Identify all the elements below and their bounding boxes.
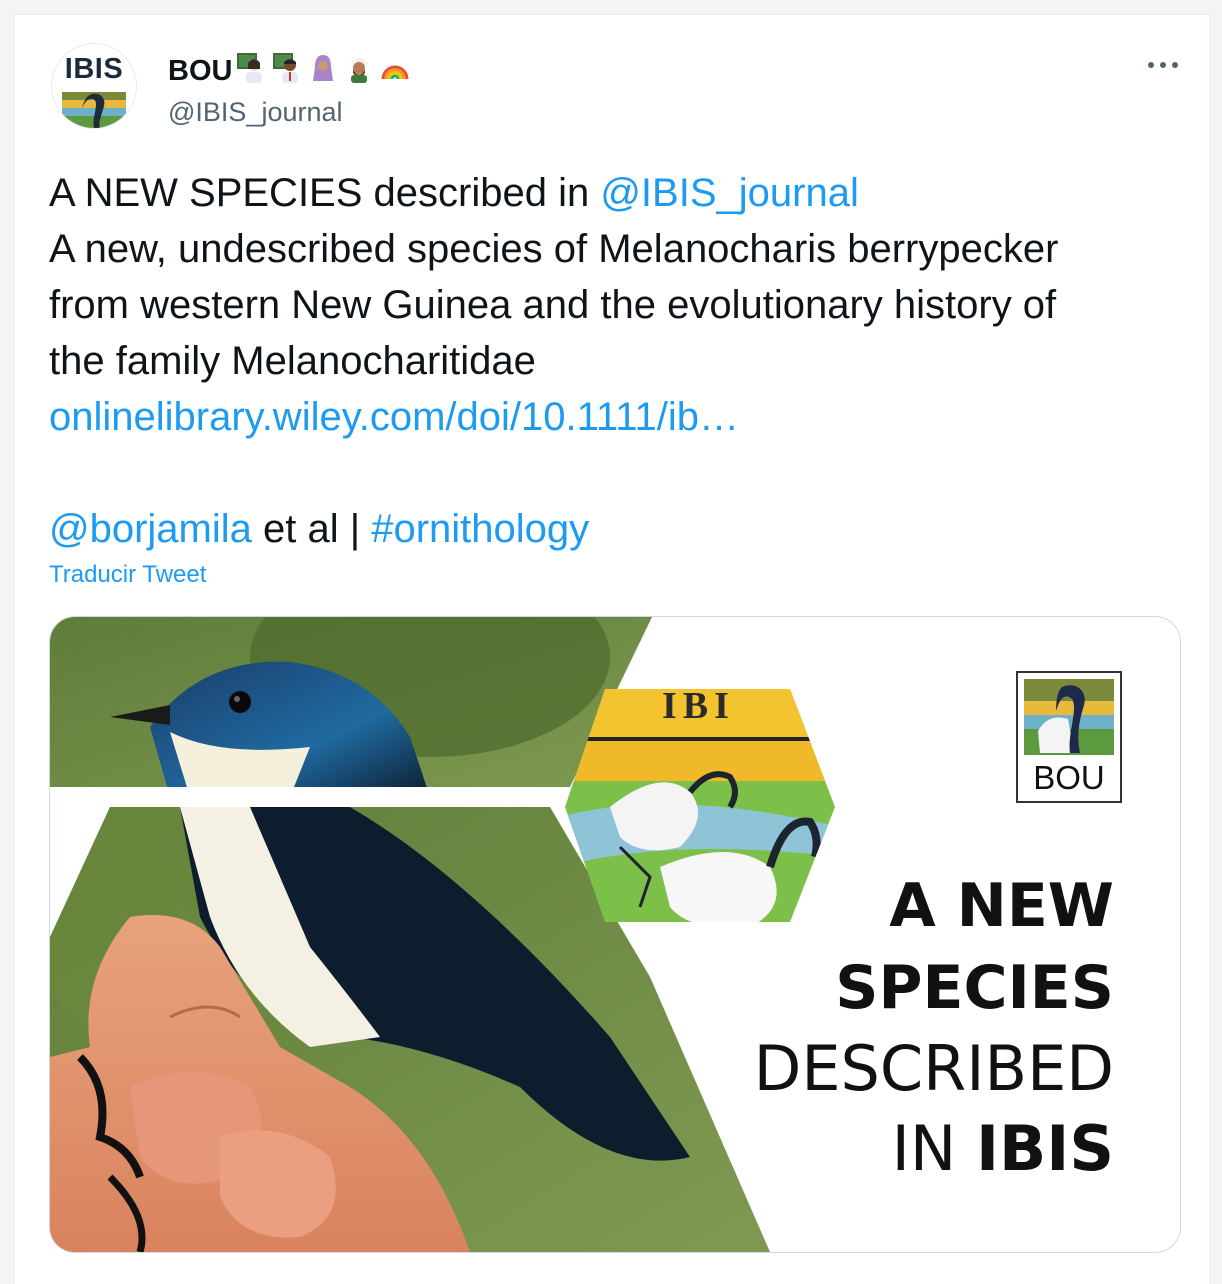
woman-teacher-emoji	[237, 53, 262, 83]
tweet-text-segment: A NEW SPECIES described in	[49, 171, 601, 215]
rainbow-emoji	[381, 65, 409, 80]
journal-cover-title: IBI	[662, 685, 735, 727]
avatar[interactable]: IBIS	[51, 43, 137, 129]
more-options-icon[interactable]	[1143, 53, 1183, 77]
mention-link-ibis[interactable]: @IBIS_journal	[600, 171, 859, 215]
translate-tweet-link[interactable]: Traducir Tweet	[49, 561, 206, 589]
tweet-card: IBIS BOU @IBIS_journal A NEW SPECIES des…	[14, 14, 1210, 1284]
tweet-line-3: from western New Guinea and the evolutio…	[49, 283, 1057, 327]
name-emojis	[237, 53, 409, 83]
tweet-text-segment: et al |	[251, 507, 372, 551]
man-teacher-emoji	[273, 53, 298, 83]
tweet-text: A NEW SPECIES described in @IBIS_journal…	[49, 165, 1199, 557]
bird-photo-top	[50, 617, 652, 787]
ibis-logo-icon	[62, 92, 126, 128]
tweet-media-image[interactable]: IBI BOU A NEW SPECIES DESCRIBED IN IBIS	[49, 616, 1181, 1253]
user-handle[interactable]: @IBIS_journal	[168, 97, 343, 128]
media-headline: A NEW SPECIES DESCRIBED IN IBIS	[754, 865, 1114, 1189]
man-turban-emoji	[351, 58, 367, 83]
woman-headscarf-emoji	[313, 55, 333, 81]
headline-line-4-prefix: IN	[891, 1112, 976, 1185]
article-link[interactable]: onlinelibrary.wiley.com/doi/10.1111/ib…	[49, 389, 1199, 445]
tweet-line-4: the family Melanocharitidae	[49, 339, 536, 383]
hashtag-link-ornithology[interactable]: #ornithology	[371, 507, 589, 551]
ibis-bird-icon	[1024, 679, 1114, 755]
headline-line-2: SPECIES	[835, 953, 1114, 1023]
tweet-line-1: A NEW SPECIES described in @IBIS_journal	[49, 165, 1199, 221]
headline-line-4-bold: IBIS	[975, 1112, 1114, 1185]
display-name[interactable]: BOU	[168, 55, 232, 88]
bou-logo: BOU	[1016, 671, 1122, 803]
headline-line-4: IN IBIS	[754, 1109, 1114, 1189]
tweet-line-2: A new, undescribed species of Melanochar…	[49, 227, 1059, 271]
headline-line-3: DESCRIBED	[753, 1032, 1114, 1105]
avatar-logo-text: IBIS	[64, 53, 124, 85]
mention-link-borjamila[interactable]: @borjamila	[49, 507, 252, 551]
tweet-line-authors: @borjamila et al | #ornithology	[49, 501, 1199, 557]
bou-logo-label: BOU	[1033, 759, 1105, 796]
headline-line-1: A NEW	[889, 871, 1114, 941]
